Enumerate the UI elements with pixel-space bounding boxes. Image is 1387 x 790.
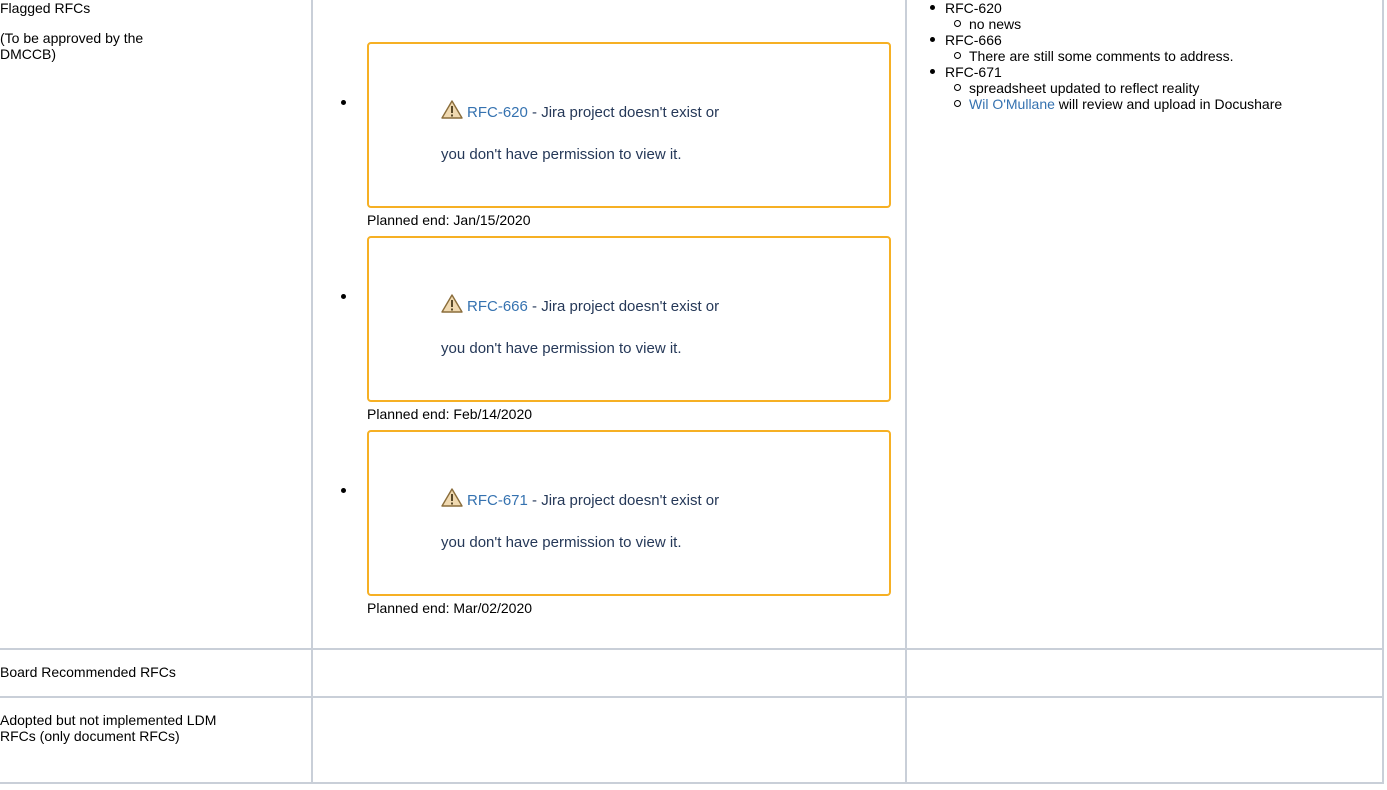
jira-issue-box: RFC-671 - Jira project doesn't exist or …	[367, 430, 891, 596]
row-label-cell: Adopted but not implemented LDM RFCs (on…	[0, 696, 313, 784]
list-item: RFC-620 no news	[930, 0, 1382, 32]
rfc-error-text: - Jira project doesn't exist or	[527, 492, 720, 509]
notes-list: RFC-620 no news RFC-666 There are still …	[907, 0, 1382, 112]
warning-triangle-icon	[441, 488, 463, 507]
planned-end: Planned end: Mar/02/2020	[367, 600, 533, 616]
rfc-link[interactable]: RFC-666	[467, 298, 528, 315]
notes-cell: RFC-620 no news RFC-666 There are still …	[905, 0, 1384, 650]
note-title: RFC-620	[945, 0, 1002, 16]
rfc-link[interactable]: RFC-671	[467, 492, 528, 509]
rfc-error-text-cont: you don't have permission to view it.	[441, 534, 682, 551]
row-label: Board Recommended RFCs	[0, 664, 176, 680]
list-item: RFC-671 spreadsheet updated to reflect r…	[930, 64, 1382, 112]
row-label: Flagged RFCs	[0, 0, 91, 16]
row-label: Adopted but not implemented LDM RFCs (on…	[0, 712, 217, 744]
list-item: There are still some comments to address…	[954, 48, 1259, 64]
empty-cell	[905, 696, 1384, 784]
sub-list: no news	[945, 16, 1382, 32]
rfc-link[interactable]: RFC-620	[467, 104, 528, 121]
table-row-adopted: Adopted but not implemented LDM RFCs (on…	[0, 696, 1384, 784]
rfc-list-cell: RFC-620 - Jira project doesn't exist or …	[311, 0, 907, 650]
sub-list: spreadsheet updated to reflect reality W…	[945, 80, 1382, 112]
sub-list: There are still some comments to address…	[945, 48, 1382, 64]
list-item: RFC-666 There are still some comments to…	[930, 32, 1382, 64]
note-text: There are still some comments to address…	[969, 48, 1234, 64]
rfc-error-text-cont: you don't have permission to view it.	[441, 340, 682, 357]
page: Flagged RFCs (To be approved by the DMCC…	[0, 0, 1387, 790]
note-text: spreadsheet updated to reflect reality	[969, 80, 1200, 96]
planned-end: Planned end: Jan/15/2020	[367, 212, 531, 228]
row-label-cell: Board Recommended RFCs	[0, 648, 313, 698]
bullet-icon	[341, 294, 346, 299]
row-label-cell: Flagged RFCs (To be approved by the DMCC…	[0, 0, 313, 650]
bullet-icon	[341, 100, 346, 105]
row-sublabel: (To be approved by the DMCCB)	[0, 30, 144, 62]
bullet-icon	[341, 488, 346, 493]
note-text: will review and upload in Docushare	[1054, 96, 1283, 112]
rfc-error-text: - Jira project doesn't exist or	[527, 298, 720, 315]
list-item: Wil O'Mullane will review and upload in …	[954, 96, 1349, 112]
table-row-flagged: Flagged RFCs (To be approved by the DMCC…	[0, 0, 1384, 650]
list-item: spreadsheet updated to reflect reality	[954, 80, 1382, 96]
warning-triangle-icon	[441, 294, 463, 313]
rfc-table: Flagged RFCs (To be approved by the DMCC…	[0, 0, 1384, 784]
note-text: no news	[969, 16, 1022, 32]
planned-end: Planned end: Feb/14/2020	[367, 406, 533, 422]
empty-cell	[311, 648, 907, 698]
jira-issue-box: RFC-666 - Jira project doesn't exist or …	[367, 236, 891, 402]
warning-triangle-icon	[441, 100, 463, 119]
empty-cell	[905, 648, 1384, 698]
note-title: RFC-666	[945, 32, 1002, 48]
note-title: RFC-671	[945, 64, 1002, 80]
user-mention-link[interactable]: Wil O'Mullane	[969, 96, 1055, 112]
list-item: no news	[954, 16, 1382, 32]
rfc-error-text-cont: you don't have permission to view it.	[441, 146, 682, 163]
empty-cell	[311, 696, 907, 784]
rfc-error-text: - Jira project doesn't exist or	[527, 104, 720, 121]
table-row-board-recommended: Board Recommended RFCs	[0, 648, 1384, 698]
jira-issue-box: RFC-620 - Jira project doesn't exist or …	[367, 42, 891, 208]
